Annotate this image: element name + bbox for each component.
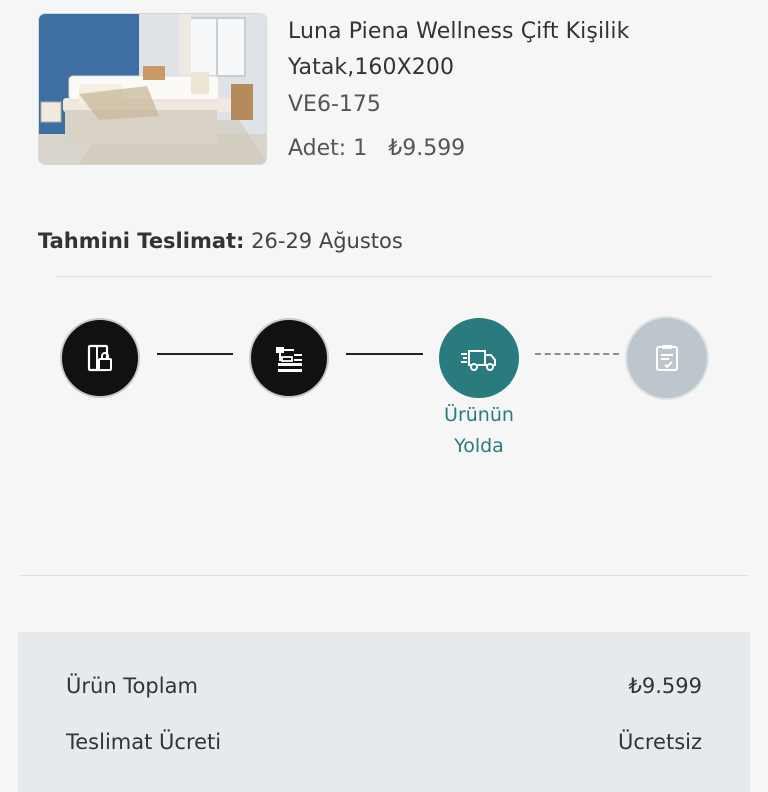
order-box-icon (87, 344, 112, 372)
product-image[interactable] (38, 13, 267, 165)
current-step-label: Ürünün Yolda (420, 400, 538, 462)
current-step-label-line2: Yolda (454, 435, 504, 457)
product-title[interactable]: Luna Piena Wellness Çift Kişilik Yatak,1… (288, 14, 708, 86)
shipping-fee-label: Teslimat Ücreti (66, 730, 222, 754)
product-sku: VE6-175 (288, 92, 381, 117)
divider (20, 575, 748, 576)
estimated-delivery: Tahmini Teslimat: 26-29 Ağustos (38, 224, 403, 258)
product-price: ₺9.599 (388, 136, 466, 161)
current-step-label-line1: Ürünün (444, 404, 514, 426)
step-connector-pending (535, 353, 619, 355)
bedroom-photo (39, 14, 266, 164)
product-total-value: ₺9.599 (628, 674, 702, 698)
step-connector (157, 353, 233, 355)
assembly-icon (276, 347, 302, 372)
checklist-icon (656, 345, 678, 371)
step-connector (346, 353, 423, 355)
shipping-fee-value: Ücretsiz (617, 730, 702, 754)
order-summary-panel (18, 632, 750, 792)
estimated-delivery-label: Tahmini Teslimat: (38, 229, 245, 253)
quantity-label: Adet: 1 (288, 136, 368, 161)
quantity-price-line: Adet: 1 ₺9.599 (288, 132, 465, 166)
step-delivered (625, 316, 709, 400)
delivery-truck-icon (461, 350, 496, 371)
step-preparing (249, 318, 329, 398)
product-total-label: Ürün Toplam (66, 674, 198, 698)
step-on-the-way (439, 318, 519, 398)
estimated-delivery-dates: 26-29 Ağustos (251, 229, 403, 253)
divider (56, 276, 712, 277)
step-order-confirmed (60, 318, 140, 398)
